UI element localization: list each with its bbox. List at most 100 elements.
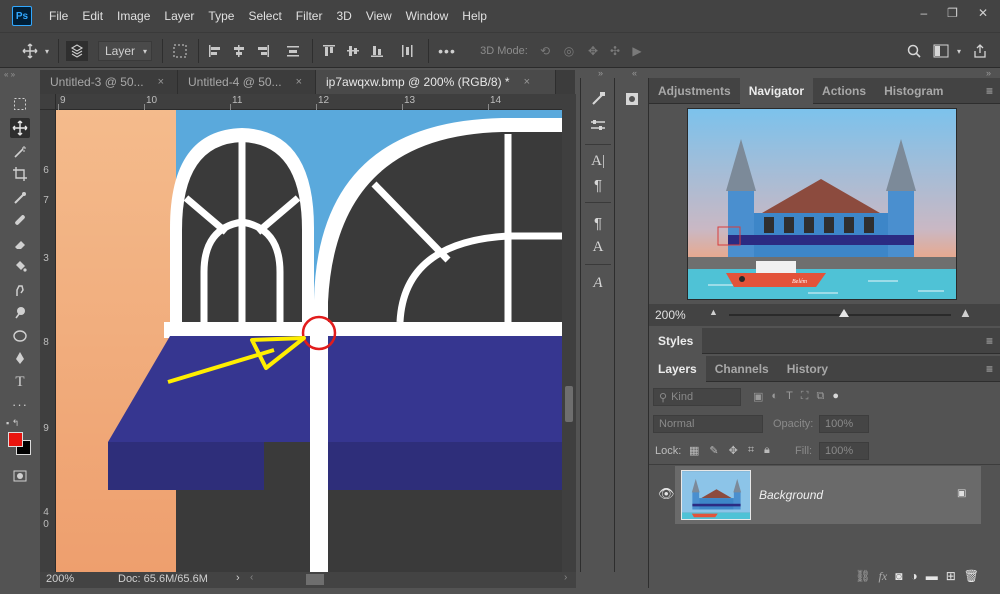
- 3d-scale-icon[interactable]: ▶: [628, 41, 646, 61]
- menu-help[interactable]: Help: [455, 9, 494, 23]
- crop-tool-icon[interactable]: [10, 164, 30, 184]
- align-right-edges-icon[interactable]: [254, 41, 272, 61]
- smart-object-filter-icon[interactable]: ⧉: [817, 390, 825, 403]
- menu-window[interactable]: Window: [399, 9, 456, 23]
- share-icon[interactable]: [970, 41, 990, 61]
- align-horizontal-centers-icon[interactable]: [230, 41, 248, 61]
- mask-icon[interactable]: ◙: [895, 569, 902, 583]
- filter-toggle-icon[interactable]: ●: [832, 390, 839, 403]
- menu-edit[interactable]: Edit: [75, 9, 110, 23]
- menu-image[interactable]: Image: [110, 9, 157, 23]
- lock-image-icon[interactable]: ✎: [709, 444, 718, 457]
- brush-panel-icon[interactable]: [587, 88, 609, 110]
- tab-ip7awqxw[interactable]: ip7awqxw.bmp @ 200% (RGB/8) * ×: [316, 70, 556, 94]
- layer-name[interactable]: Background: [759, 488, 823, 502]
- vertical-scroll-thumb[interactable]: [565, 386, 573, 422]
- adjustment-filter-icon[interactable]: ◐: [771, 390, 778, 403]
- menu-select[interactable]: Select: [241, 9, 288, 23]
- quick-mask-icon[interactable]: [10, 466, 30, 486]
- healing-brush-tool-icon[interactable]: [10, 210, 30, 230]
- type-tool-icon[interactable]: T: [10, 372, 30, 392]
- 3d-pan-icon[interactable]: ✥: [584, 41, 602, 61]
- ruler-origin[interactable]: [40, 94, 56, 110]
- vertical-scrollbar[interactable]: [562, 94, 576, 572]
- tab-styles[interactable]: Styles: [649, 328, 703, 354]
- eyedropper-tool-icon[interactable]: [10, 188, 30, 208]
- link-icon[interactable]: ⛓︎: [855, 569, 870, 583]
- scroll-left-icon[interactable]: ‹: [250, 572, 253, 583]
- tab-adjustments[interactable]: Adjustments: [649, 78, 740, 104]
- swap-colors-icon[interactable]: ▪ ↰: [6, 418, 32, 428]
- distribute-vertical-icon[interactable]: [284, 41, 302, 61]
- ellipse-tool-icon[interactable]: [10, 326, 30, 346]
- move-tool-icon[interactable]: [10, 118, 30, 138]
- restore-button[interactable]: ❐: [947, 6, 958, 20]
- paint-bucket-tool-icon[interactable]: [10, 256, 30, 276]
- zoom-level[interactable]: 200%: [46, 573, 74, 585]
- lock-transparency-icon[interactable]: ▦: [689, 444, 699, 457]
- learn-panel-icon[interactable]: [621, 88, 643, 110]
- search-icon[interactable]: [904, 41, 924, 61]
- collapse-toolbar-icon[interactable]: « »: [4, 70, 34, 80]
- new-layer-icon[interactable]: ⊞: [946, 569, 956, 583]
- navigator-zoom-value[interactable]: 200%: [655, 308, 686, 322]
- trash-icon[interactable]: 🗑︎: [964, 569, 979, 583]
- more-options-icon[interactable]: •••: [436, 41, 458, 61]
- lock-position-icon[interactable]: ✥: [729, 444, 738, 457]
- distribute-horizontal-icon[interactable]: [398, 41, 416, 61]
- tab-untitled-4[interactable]: Untitled-4 @ 50... ×: [178, 70, 316, 94]
- layer-row-background[interactable]: Background ▣: [675, 466, 981, 524]
- workspace-chevron-icon[interactable]: ▾: [954, 41, 964, 61]
- status-menu-arrow[interactable]: ›: [236, 572, 240, 584]
- workspace-icon[interactable]: [930, 41, 952, 61]
- menu-view[interactable]: View: [359, 9, 399, 23]
- align-bottom-edges-icon[interactable]: [368, 41, 386, 61]
- adjustment-icon[interactable]: ◑: [910, 569, 917, 583]
- opacity-field[interactable]: 100%: [819, 415, 869, 433]
- pen-tool-icon[interactable]: [10, 348, 30, 368]
- glyphs-panel-icon[interactable]: A: [587, 272, 609, 294]
- type-filter-icon[interactable]: T: [786, 390, 793, 403]
- tab-navigator[interactable]: Navigator: [739, 78, 814, 104]
- lock-all-icon[interactable]: 🔒︎: [764, 444, 770, 457]
- paragraph-panel-icon[interactable]: ¶: [587, 174, 609, 196]
- group-icon[interactable]: ▬: [926, 569, 938, 583]
- paragraph-styles-icon[interactable]: ¶: [587, 212, 609, 234]
- expand-panels-icon[interactable]: «: [632, 68, 637, 78]
- character-styles-icon[interactable]: A: [587, 236, 609, 258]
- panel-menu-icon[interactable]: ≡: [986, 334, 993, 348]
- align-top-edges-icon[interactable]: [320, 41, 338, 61]
- layer-visibility-eye-icon[interactable]: 👁︎: [658, 486, 675, 502]
- panel-menu-icon[interactable]: ≡: [986, 362, 993, 376]
- tab-layers[interactable]: Layers: [649, 356, 706, 382]
- document-canvas[interactable]: [56, 110, 562, 572]
- close-tab-icon[interactable]: ×: [158, 76, 164, 88]
- 3d-slide-icon[interactable]: ✣: [606, 41, 624, 61]
- align-left-edges-icon[interactable]: [206, 41, 224, 61]
- marquee-tool-icon[interactable]: [10, 94, 30, 114]
- layer-kind-filter[interactable]: ⚲ Kind: [653, 388, 741, 406]
- align-vertical-centers-icon[interactable]: [344, 41, 362, 61]
- close-window-button[interactable]: ✕: [978, 6, 988, 20]
- close-tab-icon[interactable]: ×: [524, 76, 530, 88]
- shape-filter-icon[interactable]: ⛶: [801, 390, 809, 403]
- more-tools-icon[interactable]: ···: [10, 394, 30, 414]
- auto-select-target-dropdown[interactable]: Layer ▾: [98, 41, 152, 61]
- tab-channels[interactable]: Channels: [706, 356, 778, 382]
- menu-layer[interactable]: Layer: [157, 9, 201, 23]
- foreground-color-swatch[interactable]: [8, 432, 23, 447]
- zoom-out-icon[interactable]: ▲: [709, 307, 718, 317]
- menu-type[interactable]: Type: [201, 9, 241, 23]
- eraser-tool-icon[interactable]: [10, 234, 30, 254]
- tab-histogram[interactable]: Histogram: [875, 78, 952, 104]
- blend-mode-dropdown[interactable]: Normal: [653, 415, 763, 433]
- fill-field[interactable]: 100%: [819, 442, 869, 460]
- lock-artboard-icon[interactable]: ⌗: [748, 444, 754, 457]
- brush-settings-icon[interactable]: [587, 114, 609, 136]
- collapse-panels-icon[interactable]: »: [598, 68, 603, 78]
- zoom-in-icon[interactable]: ▲: [959, 305, 972, 320]
- dodge-tool-icon[interactable]: [10, 302, 30, 322]
- close-tab-icon[interactable]: ×: [296, 76, 302, 88]
- preset-chevron-icon[interactable]: ▾: [42, 41, 52, 61]
- magic-wand-tool-icon[interactable]: [10, 142, 30, 162]
